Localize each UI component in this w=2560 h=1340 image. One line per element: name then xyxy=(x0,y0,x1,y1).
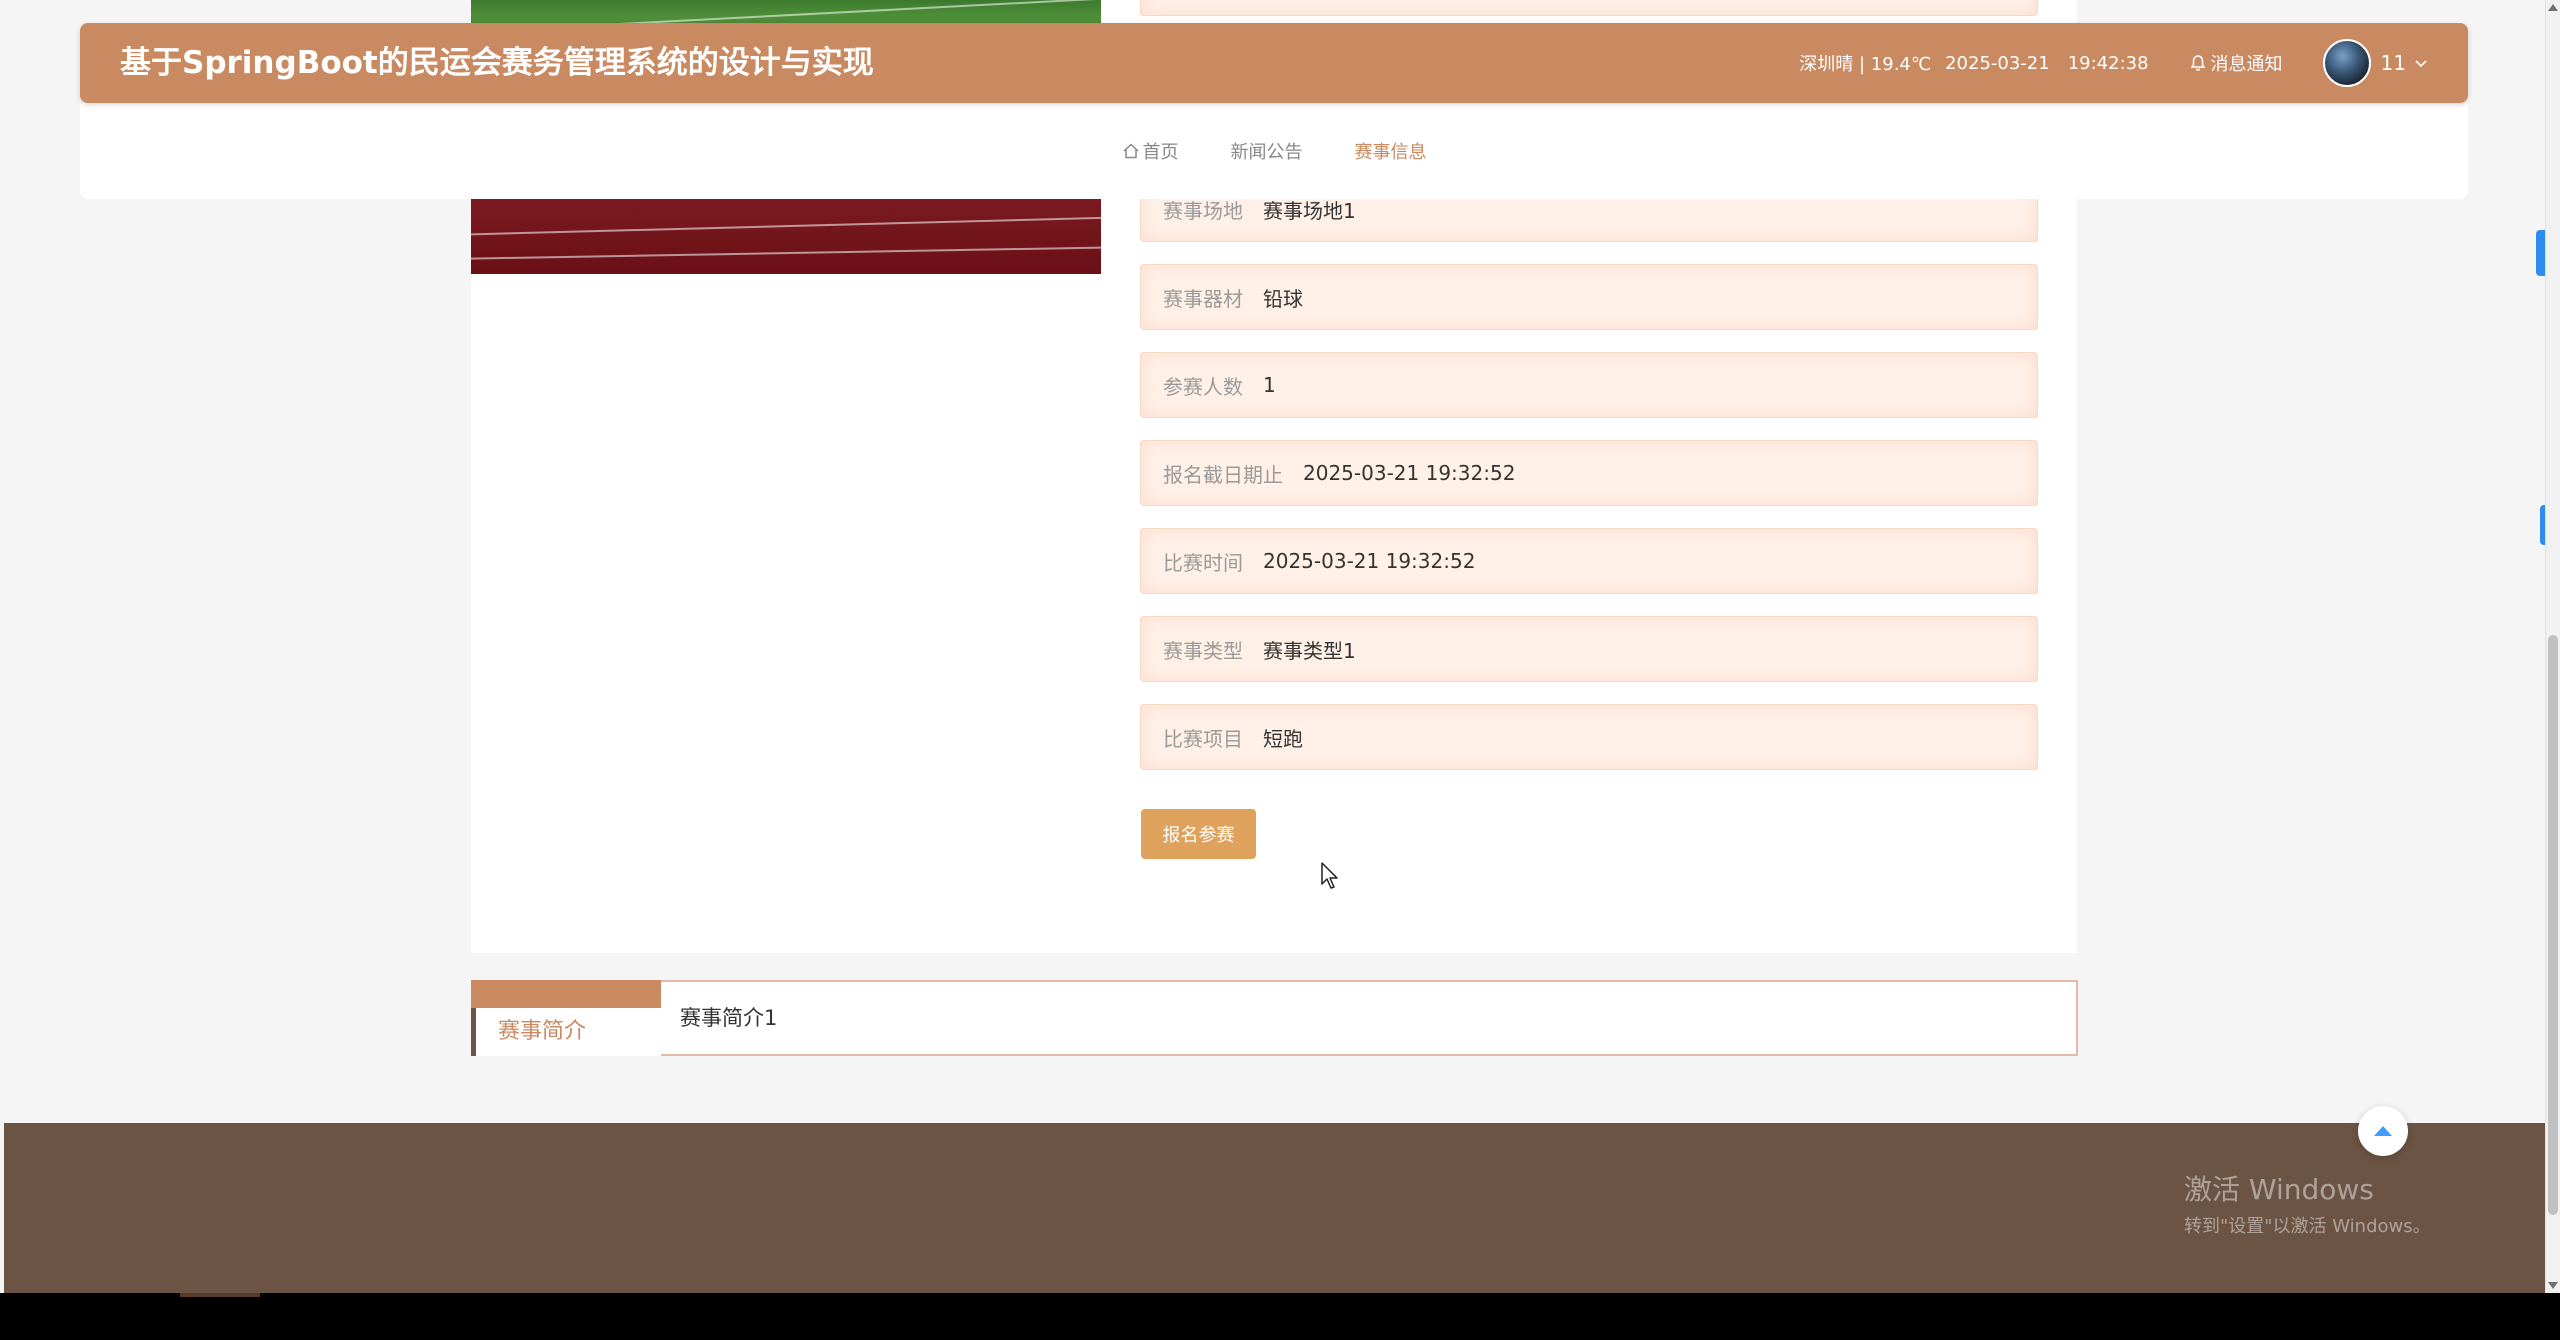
scroll-up-arrow-icon[interactable] xyxy=(2548,4,2558,11)
back-to-top-button[interactable] xyxy=(2358,1106,2408,1156)
scroll-down-arrow-icon[interactable] xyxy=(2548,1282,2558,1289)
mouse-cursor-icon xyxy=(1321,862,1338,889)
detail-value: 2025-03-21 19:32:52 xyxy=(1303,461,1516,485)
bell-icon xyxy=(2190,55,2206,71)
nav-bar: 首页 新闻公告 赛事信息 xyxy=(80,103,2468,199)
detail-label: 比赛项目 xyxy=(1163,726,1243,751)
detail-value: 1 xyxy=(1263,373,1276,397)
page-scrollbar[interactable] xyxy=(2545,0,2560,1293)
detail-row-event-type: 赛事类型 赛事类型1 xyxy=(1140,616,2038,682)
detail-value: 2025-03-21 19:32:52 xyxy=(1263,549,1476,573)
username[interactable]: 11 xyxy=(2381,51,2406,75)
detail-row-deadline: 报名截日期止 2025-03-21 19:32:52 xyxy=(1140,440,2038,506)
watermark-subtitle: 转到"设置"以激活 Windows。 xyxy=(2184,1216,2431,1237)
arrow-up-icon xyxy=(2374,1126,2392,1136)
signup-button[interactable]: 报名参赛 xyxy=(1141,809,1256,859)
detail-label: 赛事器材 xyxy=(1163,286,1243,311)
nav-item-news[interactable]: 新闻公告 xyxy=(1231,138,1303,164)
home-icon xyxy=(1122,143,1139,159)
chevron-down-icon[interactable] xyxy=(2414,56,2428,70)
intro-tab-header xyxy=(471,980,661,1008)
detail-label: 赛事类型 xyxy=(1163,638,1243,663)
detail-label: 参赛人数 xyxy=(1163,374,1243,399)
current-time: 19:42:38 xyxy=(2067,52,2149,74)
page-viewport: 赛事场地 赛事场地1 赛事器材 铅球 参赛人数 1 报名截日期止 2025-03… xyxy=(0,0,2560,1293)
notification-link[interactable]: 消息通知 xyxy=(2189,50,2283,76)
detail-row-equipment: 赛事器材 铅球 xyxy=(1140,264,2038,330)
nav-item-events[interactable]: 赛事信息 xyxy=(1355,138,1427,164)
detail-value: 短跑 xyxy=(1263,726,1303,751)
current-date: 2025-03-21 xyxy=(1945,52,2050,74)
header-right: 深圳晴 | 19.4℃ 2025-03-21 19:42:38 消息通知 11 xyxy=(1799,23,2428,103)
detail-label: 比赛时间 xyxy=(1163,550,1243,575)
detail-row-match-time: 比赛时间 2025-03-21 19:32:52 xyxy=(1140,528,2038,594)
windows-activation-watermark: 激活 Windows 转到"设置"以激活 Windows。 xyxy=(2184,1168,2431,1238)
detail-label: 报名截日期止 xyxy=(1163,462,1283,487)
tab-intro[interactable]: 赛事简介 xyxy=(471,1008,661,1056)
nav-item-home[interactable]: 首页 xyxy=(1122,138,1179,164)
screen-bottom-bar xyxy=(0,1293,2560,1340)
nav-item-label: 首页 xyxy=(1142,142,1179,163)
watermark-title: 激活 Windows xyxy=(2184,1173,2374,1206)
detail-row-participants: 参赛人数 1 xyxy=(1140,352,2038,418)
detail-value: 铅球 xyxy=(1263,286,1303,311)
avatar[interactable] xyxy=(2322,39,2371,87)
site-title: 基于SpringBoot的民运会赛务管理系统的设计与实现 xyxy=(120,45,874,81)
nav-item-label: 赛事信息 xyxy=(1354,142,1427,163)
footer xyxy=(4,1123,2546,1293)
weather-info: 深圳晴 | 19.4℃ xyxy=(1799,54,1932,75)
top-header: 基于SpringBoot的民运会赛务管理系统的设计与实现 深圳晴 | 19.4℃… xyxy=(80,23,2468,103)
bottom-bar-mark xyxy=(180,1293,260,1297)
scroll-thumb[interactable] xyxy=(2548,635,2558,1215)
notification-label: 消息通知 xyxy=(2210,54,2283,75)
detail-row-partial xyxy=(1140,0,2038,16)
nav-item-label: 新闻公告 xyxy=(1230,142,1303,163)
intro-content: 赛事简介1 xyxy=(680,1006,778,1030)
detail-row-event-item: 比赛项目 短跑 xyxy=(1140,704,2038,770)
detail-value: 赛事类型1 xyxy=(1263,638,1356,663)
